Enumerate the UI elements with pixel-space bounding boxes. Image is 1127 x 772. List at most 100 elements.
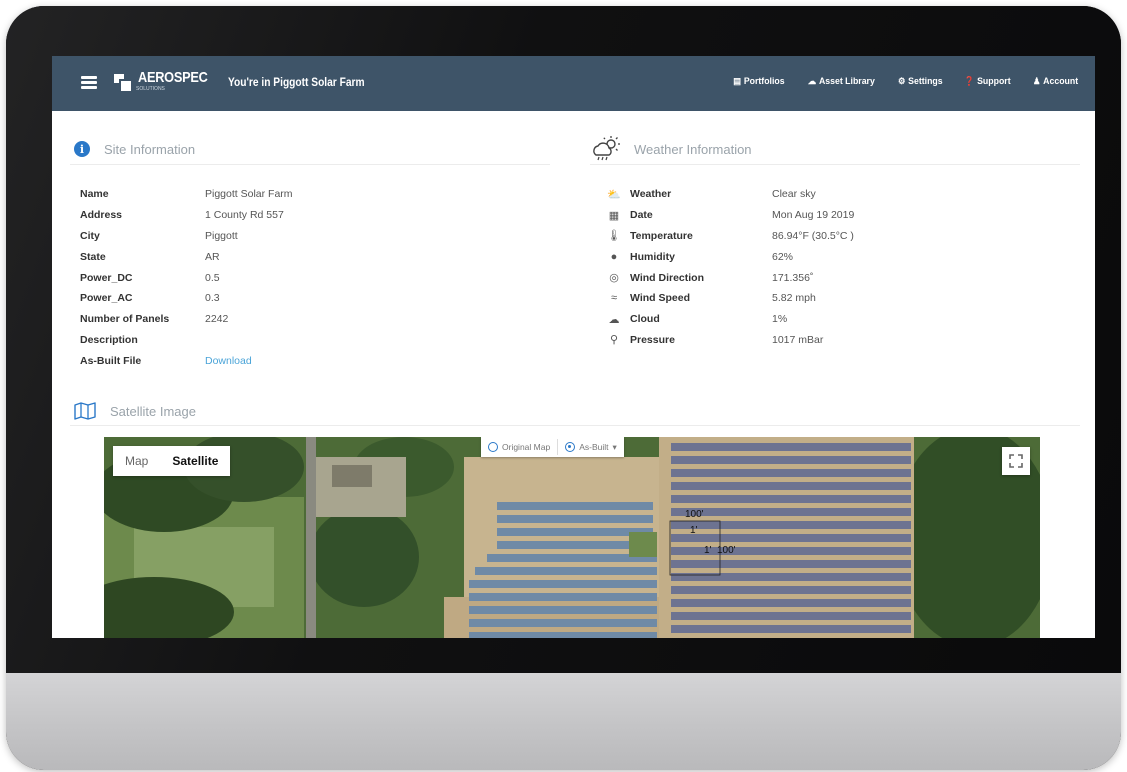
cloud-sun-rain-icon xyxy=(593,136,620,161)
weather-key: Pressure xyxy=(630,333,675,346)
weather-row-cloud: ☁ Cloud 1% xyxy=(604,309,854,330)
weather-key: Wind Speed xyxy=(630,292,690,305)
nav-settings[interactable]: ⚙ Settings xyxy=(889,76,950,87)
nav-asset-library[interactable]: ☁ Asset Library xyxy=(800,76,883,87)
measurement-label: 1' xyxy=(704,545,712,556)
weather-info-header: Weather Information xyxy=(590,135,752,163)
download-link[interactable]: Download xyxy=(205,355,252,367)
thermometer-icon: 🌡︎ xyxy=(607,230,621,243)
weather-value: 86.94°F (30.5°C ) xyxy=(772,229,854,242)
site-info-divider xyxy=(70,164,550,165)
site-info-table: Name Piggott Solar Farm Address 1 County R… xyxy=(80,184,293,371)
app-screen: AEROSPEC SOLUTIONS You're in Piggott Sol… xyxy=(52,56,1095,638)
overlay-original-option[interactable]: Original Map xyxy=(481,442,557,452)
site-value: 1 County Rd 557 xyxy=(205,209,284,222)
weather-value: 171.356˚ xyxy=(772,271,814,284)
site-row-address: Address 1 County Rd 557 xyxy=(80,205,293,226)
droplet-icon: ● xyxy=(610,250,618,263)
map-icon xyxy=(74,402,96,420)
monitor-frame: AEROSPEC SOLUTIONS You're in Piggott Sol… xyxy=(6,6,1121,770)
site-value: Piggott Solar Farm xyxy=(205,188,293,201)
site-row-power-dc: Power_DC 0.5 xyxy=(80,267,293,288)
site-key: As-Built File xyxy=(80,354,142,367)
weather-row-date: ▦ Date Mon Aug 19 2019 xyxy=(604,205,855,226)
brand-subtitle: SOLUTIONS xyxy=(136,86,165,92)
overlay-original-label: Original Map xyxy=(502,442,551,452)
brand-name: AEROSPEC xyxy=(138,69,208,86)
site-row-power-ac: Power_AC 0.3 xyxy=(80,288,293,309)
site-value: 2242 xyxy=(205,313,229,326)
satellite-divider xyxy=(70,425,1080,426)
site-key: Name xyxy=(80,188,109,201)
monitor-chin xyxy=(6,673,1121,770)
weather-info-divider xyxy=(590,164,1080,165)
site-key: Power_AC xyxy=(80,292,133,305)
weather-row-pressure: ⚲ Pressure 1017 mBar xyxy=(604,330,854,351)
site-row-state: State AR xyxy=(80,246,293,267)
site-value: 0.5 xyxy=(205,271,220,284)
site-key: Power_DC xyxy=(80,271,133,284)
site-value: 0.3 xyxy=(205,292,220,305)
map-type-control: Map Satellite xyxy=(113,446,231,476)
grid-icon: ▤ xyxy=(733,76,742,86)
overlay-asbuilt-label: As-Built xyxy=(579,442,609,452)
site-key: State xyxy=(80,250,106,263)
weather-row-wind-direction: ◎ Wind Direction 171.356˚ xyxy=(604,267,854,288)
site-row-asbuilt: As-Built File Download xyxy=(80,350,293,371)
nav-account[interactable]: ♟ Account xyxy=(1025,76,1087,87)
measurement-label: 100' xyxy=(685,509,704,520)
site-key: Address xyxy=(80,209,123,222)
nav-support-label: Support xyxy=(977,76,1011,87)
site-key: Description xyxy=(80,333,138,346)
satellite-map[interactable]: 100' 1' 1' 100' Map Satellite Original M… xyxy=(104,437,1040,638)
overlay-asbuilt-option[interactable]: As-Built ▾ xyxy=(558,442,624,453)
weather-row-wind-speed: ≈ Wind Speed 5.82 mph xyxy=(604,288,854,309)
question-icon: ❓ xyxy=(964,76,975,86)
weather-value: 5.82 mph xyxy=(772,292,816,305)
brand-logo[interactable]: AEROSPEC SOLUTIONS xyxy=(110,70,220,98)
site-row-description: Description xyxy=(80,330,293,351)
nav-portfolios[interactable]: ▤ Portfolios xyxy=(725,76,793,87)
weather-value: Mon Aug 19 2019 xyxy=(772,209,855,222)
map-type-map[interactable]: Map xyxy=(113,454,160,468)
nav-portfolios-label: Portfolios xyxy=(743,76,785,87)
weather-key: Weather xyxy=(630,188,672,201)
overlay-toggle: Original Map As-Built ▾ xyxy=(481,437,624,457)
cloud-icon: ☁ xyxy=(608,313,620,326)
site-title: You're in Piggott Solar Farm xyxy=(228,75,365,89)
weather-key: Wind Direction xyxy=(630,271,704,284)
measurement-label: 1' xyxy=(690,525,698,536)
site-info-header: i Site Information xyxy=(74,141,195,157)
map-type-satellite[interactable]: Satellite xyxy=(160,454,230,468)
site-key: City xyxy=(80,229,100,242)
site-value: AR xyxy=(205,250,220,263)
site-info-title: Site Information xyxy=(104,141,196,157)
info-icon: i xyxy=(74,141,90,157)
nav-support[interactable]: ❓ Support xyxy=(956,76,1019,87)
satellite-header: Satellite Image xyxy=(74,402,196,420)
satellite-imagery xyxy=(104,437,1040,638)
nav-settings-label: Settings xyxy=(907,76,943,87)
weather-info-title: Weather Information xyxy=(634,141,752,157)
weather-key: Date xyxy=(630,209,653,222)
nav-account-label: Account xyxy=(1043,76,1079,87)
gear-icon: ⚙ xyxy=(897,76,906,86)
weather-row-temperature: 🌡︎ Temperature 86.94°F (30.5°C ) xyxy=(604,226,854,247)
site-value: Piggott xyxy=(205,229,238,242)
fullscreen-icon xyxy=(1009,454,1023,468)
pin-icon: ⚲ xyxy=(609,334,619,347)
radio-icon xyxy=(488,442,498,452)
cloud-icon: ☁ xyxy=(807,76,817,86)
site-key: Number of Panels xyxy=(80,313,170,326)
wind-icon: ≈ xyxy=(610,292,618,305)
radio-selected-icon xyxy=(565,442,576,452)
compass-icon: ◎ xyxy=(609,272,619,285)
fullscreen-button[interactable] xyxy=(1002,447,1030,475)
calendar-icon: ▦ xyxy=(608,209,620,222)
weather-value: 1017 mBar xyxy=(772,333,824,346)
hamburger-menu-icon[interactable] xyxy=(81,76,97,89)
weather-row-weather: ⛅ Weather Clear sky xyxy=(604,184,854,205)
logo-mark-icon xyxy=(110,70,136,94)
cloud-sun-icon: ⛅ xyxy=(607,188,621,201)
weather-info-table: ⛅ Weather Clear sky ▦ Date Mon Aug 19 2019 🌡… xyxy=(604,184,854,350)
